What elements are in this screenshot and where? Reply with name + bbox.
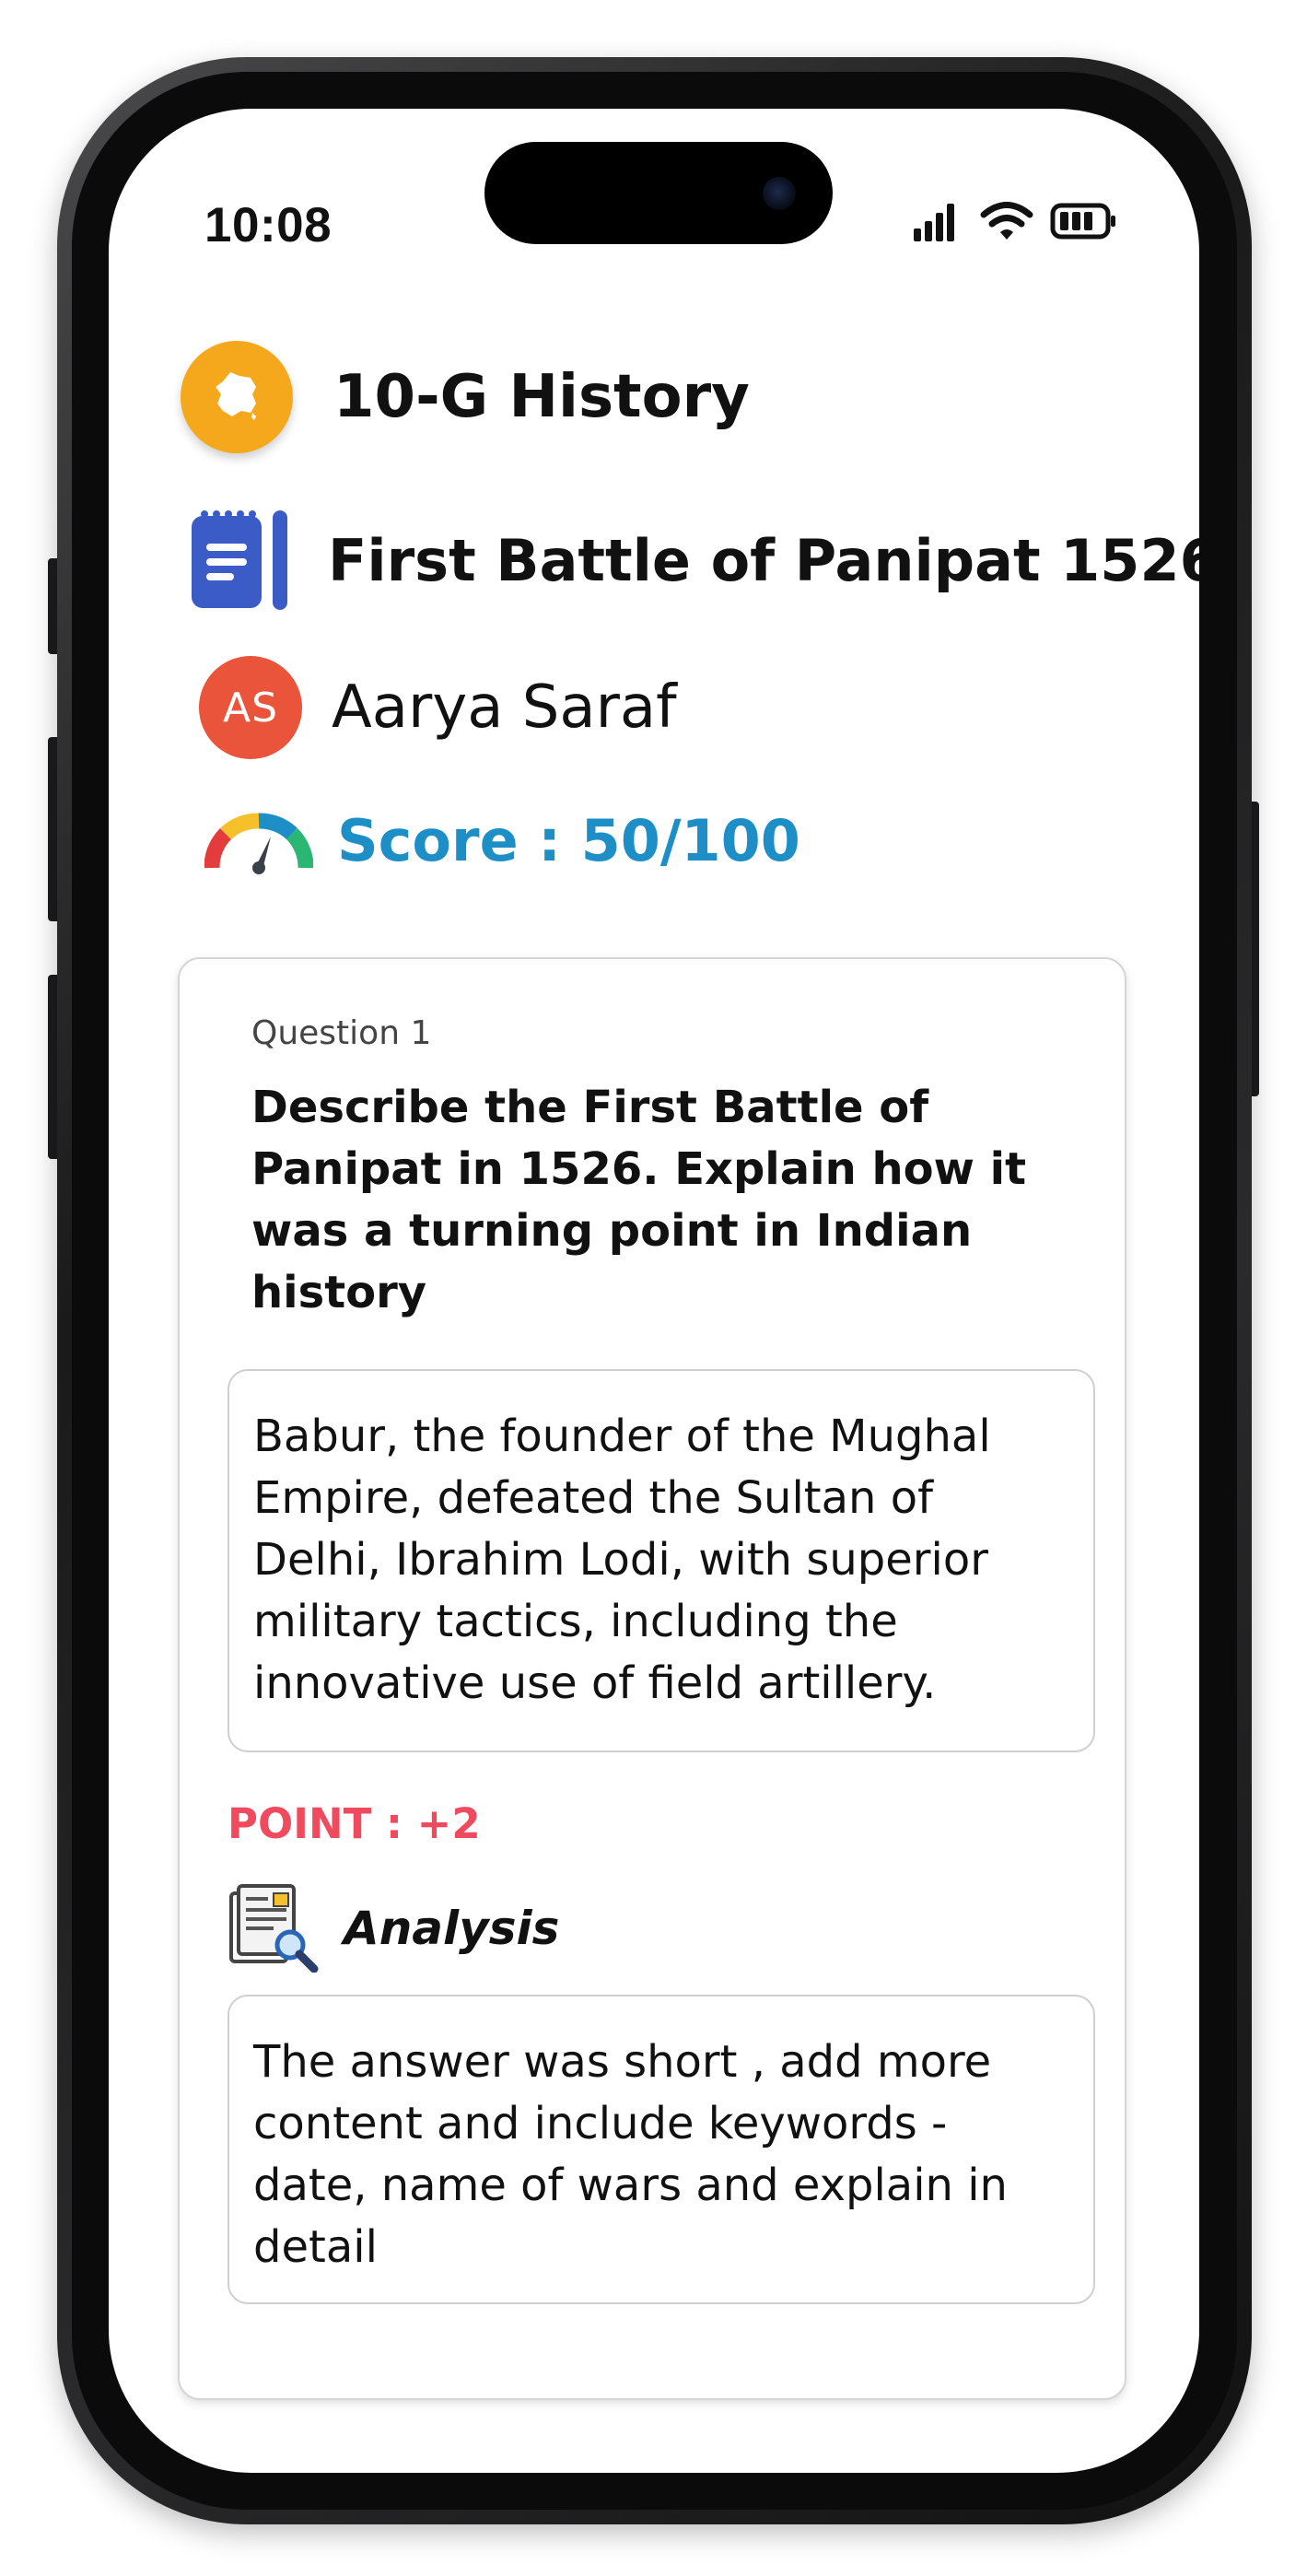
student-row: AS Aarya Saraf (199, 656, 677, 759)
answer-text: Babur, the founder of the Mughal Empire,… (253, 1411, 991, 1709)
analysis-box: The answer was short , add more content … (228, 1995, 1095, 2304)
status-icons (914, 201, 1118, 245)
document-search-icon (228, 1880, 320, 1976)
assignment-row: First Battle of Panipat 1526 (188, 505, 1199, 615)
notepad-icon (188, 505, 295, 615)
analysis-header: Analysis (228, 1880, 559, 1976)
class-name: 10-G History (333, 363, 750, 431)
score-label: Score : 50/100 (337, 806, 800, 874)
question-text: Describe the First Battle of Panipat in … (251, 1082, 1027, 1318)
phone-screen: 10:08 10-G History First Battle of Panip… (109, 109, 1199, 2473)
wifi-icon (980, 201, 1033, 245)
points-label: POINT : +2 (228, 1799, 481, 1848)
front-camera (763, 177, 796, 210)
analysis-text: The answer was short , add more content … (253, 2036, 1008, 2273)
dynamic-island (484, 142, 833, 244)
france-map-icon (208, 367, 265, 427)
class-row: 10-G History (181, 341, 750, 453)
battery-icon (1050, 201, 1118, 245)
student-name: Aarya Saraf (332, 673, 677, 742)
answer-box: Babur, the founder of the Mughal Empire,… (228, 1369, 1095, 1752)
cellular-signal-icon (914, 201, 963, 245)
class-badge (181, 341, 293, 453)
score-row: Score : 50/100 (204, 802, 800, 879)
question-card: Question 1 Describe the First Battle of … (178, 957, 1126, 2400)
analysis-label: Analysis (344, 1902, 560, 1955)
avatar: AS (199, 656, 302, 759)
status-time: 10:08 (204, 198, 333, 252)
gauge-icon (204, 802, 314, 879)
question-number: Question 1 (251, 1014, 432, 1052)
assignment-title: First Battle of Panipat 1526 (328, 526, 1199, 594)
